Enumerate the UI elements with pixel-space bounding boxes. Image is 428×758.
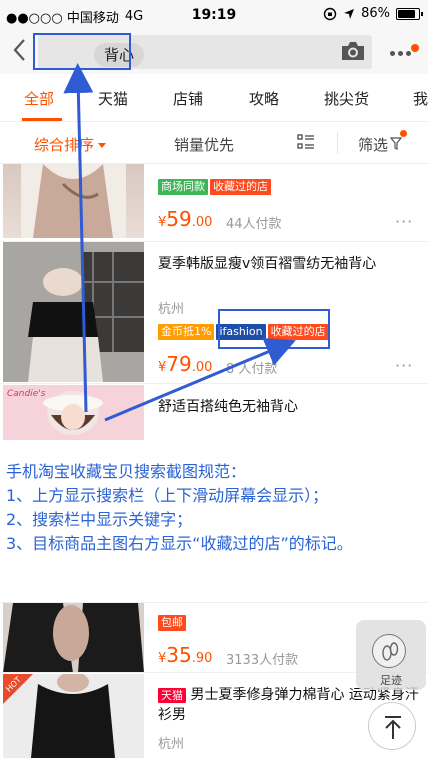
note-line: 1、上方显示搜索栏（上下滑动屏幕会显示）；: [6, 486, 329, 505]
list-view-toggle[interactable]: [296, 132, 316, 156]
price: ¥35.90: [158, 643, 212, 667]
filter-label: 筛选: [358, 136, 389, 154]
note-line: 2、搜索栏中显示关键字；: [6, 510, 193, 529]
footprint-label: 足迹: [380, 674, 402, 687]
note-line: 3、目标商品主图右方显示“收藏过的店”的标记。: [6, 534, 353, 553]
sort-default[interactable]: 综合排序: [34, 134, 107, 155]
chevron-left-icon: [13, 39, 25, 61]
price-integer: 79: [166, 352, 192, 376]
tab-more[interactable]: 我: [413, 88, 428, 109]
status-bar: ●●○○○ 中国移动 4G 19:19 86%: [0, 0, 428, 30]
filter-badge: [400, 130, 407, 137]
category-tabs: 全部 天猫 店铺 攻略 挑尖货 我: [0, 74, 428, 122]
tag-favorited-shop: 收藏过的店: [210, 179, 271, 195]
annotation-box-tag: [218, 309, 330, 349]
dot: [406, 51, 411, 56]
footprint-icon: [372, 634, 406, 668]
product-image[interactable]: [3, 164, 144, 238]
list-view-icon: [297, 134, 314, 149]
product-image[interactable]: [3, 242, 144, 382]
camera-icon: [342, 42, 364, 60]
caret-down-icon: [98, 143, 107, 148]
product-card[interactable]: Candie's 舒适百搭纯色无袖背心: [0, 383, 428, 441]
tab-picks[interactable]: 挑尖货: [324, 88, 369, 109]
price-decimal: .00: [191, 360, 213, 375]
arrow-up-icon: [385, 716, 401, 739]
note-line: 手机淘宝收藏宝贝搜索截图规范：: [6, 462, 247, 481]
location-arrow-icon: [344, 8, 355, 19]
product-title[interactable]: 夏季韩版显瘦v领百褶雪纺无袖背心: [158, 254, 420, 274]
back-button[interactable]: [12, 38, 34, 66]
paid-count: 3133人付款: [226, 653, 299, 668]
product-card[interactable]: 商场同款 收藏过的店 ¥59.00 44人付款 ···: [0, 164, 428, 241]
price-integer: 59: [166, 207, 192, 231]
scroll-top-button[interactable]: [368, 702, 416, 750]
price-integer: 35: [166, 643, 192, 667]
rotation-lock-icon: [323, 7, 337, 20]
tag-free-shipping: 包邮: [158, 615, 186, 631]
tab-tmall[interactable]: 天猫: [98, 88, 128, 109]
filter-funnel-icon: [389, 137, 403, 150]
dot: [398, 51, 403, 56]
more-options-icon[interactable]: ···: [395, 356, 413, 375]
sort-default-label: 综合排序: [34, 136, 95, 154]
sort-sales[interactable]: 销量优先: [174, 134, 234, 155]
notification-badge: [411, 44, 419, 52]
location: 杭州: [158, 737, 185, 752]
tab-guides[interactable]: 攻略: [249, 88, 279, 109]
product-image[interactable]: HOT: [3, 674, 144, 758]
tmall-badge: 天猫: [158, 688, 186, 703]
brand-logo: Candie's: [7, 389, 46, 399]
product-photo: [3, 242, 144, 382]
product-card[interactable]: 夏季韩版显瘦v领百褶雪纺无袖背心 杭州 金币抵1% ifashion 收藏过的店…: [0, 241, 428, 383]
tab-shops[interactable]: 店铺: [173, 88, 203, 109]
more-button[interactable]: [390, 44, 419, 62]
tab-all[interactable]: 全部: [24, 88, 54, 109]
paid-count: 8 人付款: [226, 362, 278, 377]
battery-percent: 86%: [361, 6, 390, 21]
instruction-note: 手机淘宝收藏宝贝搜索截图规范： 1、上方显示搜索栏（上下滑动屏幕会显示）； 2、…: [0, 440, 428, 600]
footprint-button[interactable]: 足迹: [356, 620, 426, 690]
battery-icon: [396, 7, 423, 20]
tag-row: 包邮: [158, 615, 186, 631]
paid-count: 44人付款: [226, 217, 282, 232]
tag-row: 商场同款 收藏过的店: [158, 179, 271, 195]
divider: [337, 132, 338, 154]
price-decimal: .00: [191, 215, 213, 230]
footprint-glyph: [382, 642, 399, 661]
more-options-icon[interactable]: ···: [395, 212, 413, 231]
annotation-box-search: [33, 33, 131, 70]
tag-mall-same: 商场同款: [158, 179, 208, 195]
status-right: 86%: [323, 6, 423, 21]
battery-fill: [398, 9, 416, 18]
product-photo: [21, 164, 126, 238]
camera-button[interactable]: [340, 40, 366, 62]
price: ¥59.00: [158, 207, 212, 231]
product-image[interactable]: [3, 603, 144, 673]
sort-bar: 综合排序 销量优先 筛选: [0, 122, 428, 164]
price: ¥79.00: [158, 352, 212, 376]
active-tab-indicator: [22, 118, 62, 121]
product-title[interactable]: 舒适百搭纯色无袖背心: [158, 397, 420, 417]
product-photo: [3, 603, 144, 673]
tag-coin-discount: 金币抵1%: [158, 324, 215, 340]
filter-button[interactable]: 筛选: [358, 134, 403, 155]
dot: [390, 51, 395, 56]
product-image[interactable]: Candie's: [3, 385, 144, 441]
product-photo: [3, 674, 144, 758]
price-decimal: .90: [191, 651, 213, 666]
location: 杭州: [158, 302, 185, 317]
